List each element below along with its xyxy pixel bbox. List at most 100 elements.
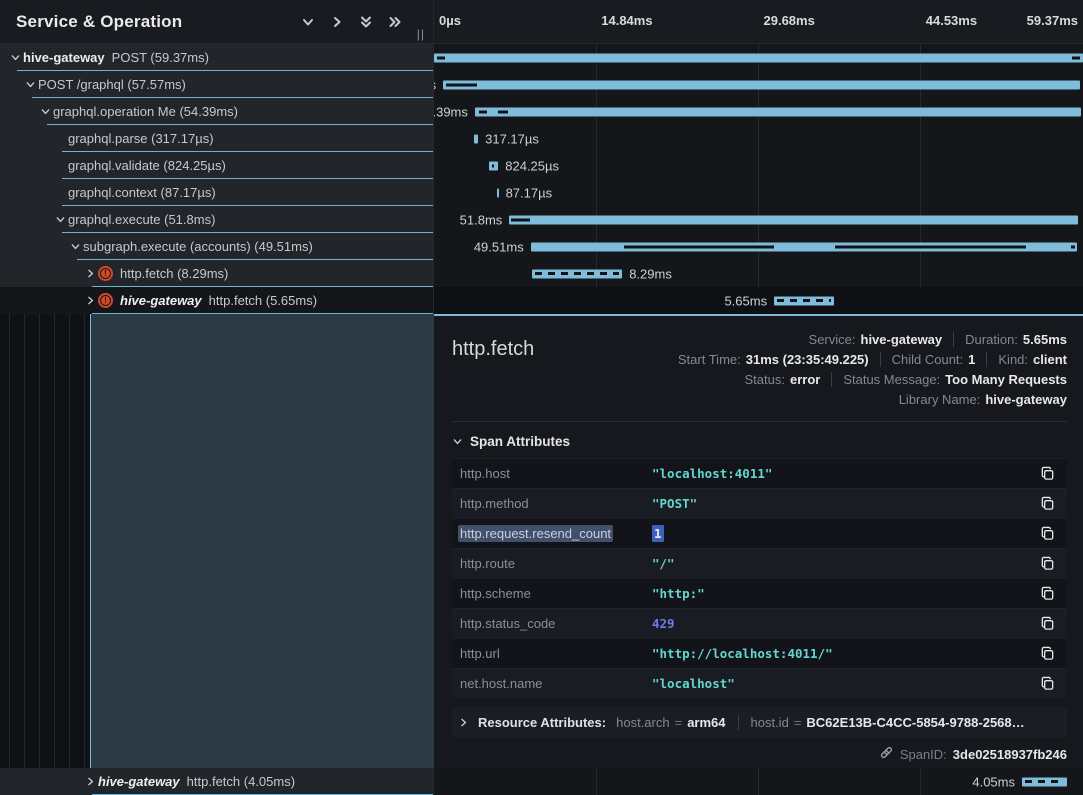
- span-timeline-cell[interactable]: 8.29ms: [434, 260, 1083, 287]
- span-row[interactable]: graphql.execute (51.8ms)51.8ms: [0, 206, 1083, 233]
- attribute-row: http.request.resend_count1: [452, 518, 1067, 548]
- tree-header: Service & Operation ||: [0, 0, 434, 44]
- span-row-label-cell[interactable]: subgraph.execute (accounts) (49.51ms): [0, 233, 434, 260]
- span-row[interactable]: graphql.operation Me (54.39ms) 54.39ms: [0, 98, 1083, 125]
- chevron-down-icon: [452, 436, 463, 447]
- chevron-down-icon[interactable]: [300, 14, 316, 30]
- copy-icon[interactable]: [1037, 464, 1057, 484]
- span-bar[interactable]: [532, 269, 622, 278]
- chevron-right-icon[interactable]: [83, 775, 98, 789]
- span-bar[interactable]: [434, 53, 1083, 62]
- ruler-tick-label: 29.68ms: [764, 13, 815, 28]
- meta-label: Service:: [809, 332, 856, 347]
- span-row-label-cell[interactable]: graphql.execute (51.8ms): [0, 206, 434, 233]
- span-row[interactable]: graphql.validate (824.25µs)824.25µs: [0, 152, 1083, 179]
- span-bar[interactable]: [474, 134, 478, 143]
- span-row[interactable]: subgraph.execute (accounts) (49.51ms)49.…: [0, 233, 1083, 260]
- span-service-name: hive-gateway: [23, 50, 105, 65]
- span-timeline-cell[interactable]: 87.17µs: [434, 179, 1083, 206]
- span-operation-name: graphql.parse (317.17µs): [68, 131, 214, 146]
- span-row-label-cell[interactable]: hive-gatewayPOST (59.37ms): [0, 44, 434, 71]
- span-row[interactable]: !http.fetch (8.29ms)8.29ms: [0, 260, 1083, 287]
- chevron-down-icon[interactable]: [38, 105, 53, 119]
- span-row-label-cell[interactable]: !http.fetch (8.29ms): [0, 260, 434, 287]
- span-timeline-cell[interactable]: 317.17µs: [434, 125, 1083, 152]
- span-timeline-cell[interactable]: 57.57ms: [434, 71, 1083, 98]
- copy-icon[interactable]: [1037, 524, 1057, 544]
- panel-resize-handle[interactable]: ||: [417, 27, 425, 43]
- chevron-spacer: [53, 132, 68, 146]
- meta-value: error: [790, 372, 820, 387]
- double-chevron-right-icon[interactable]: [387, 14, 403, 30]
- span-bar[interactable]: [489, 161, 498, 170]
- span-row-label-cell[interactable]: POST /graphql (57.57ms): [0, 71, 434, 98]
- child-span-mark: [1071, 245, 1074, 248]
- span-bar[interactable]: [497, 188, 499, 197]
- span-bar[interactable]: [443, 80, 1080, 89]
- span-meta-line: Status:errorStatus Message:Too Many Requ…: [745, 372, 1068, 387]
- span-row[interactable]: graphql.context (87.17µs) 87.17µs: [0, 179, 1083, 206]
- span-timeline-cell[interactable]: 5.65ms: [434, 287, 1083, 314]
- attribute-value: "/": [652, 556, 1037, 571]
- chevron-right-icon[interactable]: [83, 267, 98, 281]
- span-bar[interactable]: [1022, 777, 1067, 786]
- copy-icon[interactable]: [1037, 644, 1057, 664]
- copy-icon[interactable]: [1037, 494, 1057, 514]
- span-timeline-cell[interactable]: 51.8ms: [434, 206, 1083, 233]
- meta-value: client: [1033, 352, 1067, 367]
- chevron-down-icon[interactable]: [68, 240, 83, 254]
- expanded-tree-area: [0, 314, 434, 768]
- chevron-right-icon[interactable]: [83, 294, 98, 308]
- span-row[interactable]: hive-gatewayhttp.fetch (4.05ms)4.05ms: [0, 768, 1083, 795]
- span-bar-duration-label: 317.17µs: [485, 131, 539, 146]
- link-icon[interactable]: [879, 745, 894, 763]
- span-timeline-cell[interactable]: 49.51ms: [434, 233, 1083, 260]
- double-chevron-down-icon[interactable]: [358, 14, 374, 30]
- span-row[interactable]: graphql.parse (317.17µs) 317.17µs: [0, 125, 1083, 152]
- chevron-down-icon[interactable]: [8, 51, 23, 65]
- error-icon: !: [98, 293, 113, 308]
- meta-divider: [831, 372, 832, 387]
- span-operation-name: graphql.context (87.17µs): [68, 185, 216, 200]
- copy-icon[interactable]: [1037, 614, 1057, 634]
- span-tree-bottom: hive-gatewayhttp.fetch (4.05ms)4.05ms: [0, 768, 1083, 795]
- copy-icon[interactable]: [1037, 674, 1057, 694]
- copy-icon[interactable]: [1037, 554, 1057, 574]
- copy-icon[interactable]: [1037, 584, 1057, 604]
- chevron-right-icon[interactable]: [329, 14, 345, 30]
- span-row-label-cell[interactable]: graphql.validate (824.25µs): [0, 152, 434, 179]
- span-row-text: graphql.operation Me (54.39ms): [53, 104, 238, 119]
- span-row-label-cell[interactable]: graphql.context (87.17µs): [0, 179, 434, 206]
- panel-title: Service & Operation: [16, 12, 300, 32]
- span-row-label-cell[interactable]: graphql.operation Me (54.39ms): [0, 98, 434, 125]
- span-bar-duration-label: 5.65ms: [724, 293, 767, 308]
- span-row[interactable]: POST /graphql (57.57ms)57.57ms: [0, 71, 1083, 98]
- resource-attributes-bar[interactable]: Resource Attributes: host.arch=arm64host…: [452, 707, 1067, 737]
- attribute-value: 429: [652, 616, 1037, 631]
- span-operation-name: http.fetch (8.29ms): [120, 266, 228, 281]
- span-timeline-cell[interactable]: 4.05ms: [434, 768, 1083, 795]
- attribute-value: "http://localhost:4011/": [652, 646, 1037, 661]
- meta-divider: [953, 332, 954, 347]
- span-timeline-cell[interactable]: [434, 44, 1083, 71]
- span-bar[interactable]: [774, 296, 834, 305]
- span-row[interactable]: hive-gatewayPOST (59.37ms): [0, 44, 1083, 71]
- span-bar-duration-label: 57.57ms: [434, 77, 436, 92]
- span-timeline-cell[interactable]: 54.39ms: [434, 98, 1083, 125]
- child-span-mark: [835, 245, 1026, 248]
- span-row-label-cell[interactable]: !hive-gatewayhttp.fetch (5.65ms): [0, 287, 434, 314]
- timeline-ruler[interactable]: 0µs14.84ms29.68ms44.53ms59.37ms: [434, 0, 1083, 44]
- selected-text: http.request.resend_count: [458, 525, 613, 542]
- span-row[interactable]: !hive-gatewayhttp.fetch (5.65ms) 5.65ms: [0, 287, 1083, 314]
- span-timeline-cell[interactable]: 824.25µs: [434, 152, 1083, 179]
- span-row-label-cell[interactable]: graphql.parse (317.17µs): [0, 125, 434, 152]
- span-row-label-cell[interactable]: hive-gatewayhttp.fetch (4.05ms): [0, 768, 434, 795]
- chevron-down-icon[interactable]: [53, 213, 68, 227]
- attribute-row: http.method"POST": [452, 488, 1067, 518]
- span-bar[interactable]: [509, 215, 1078, 224]
- span-attributes-header[interactable]: Span Attributes: [452, 434, 1067, 449]
- span-id-label: SpanID:: [900, 747, 947, 762]
- chevron-down-icon[interactable]: [23, 78, 38, 92]
- span-bar[interactable]: [475, 107, 1081, 116]
- attribute-key: http.route: [460, 556, 652, 571]
